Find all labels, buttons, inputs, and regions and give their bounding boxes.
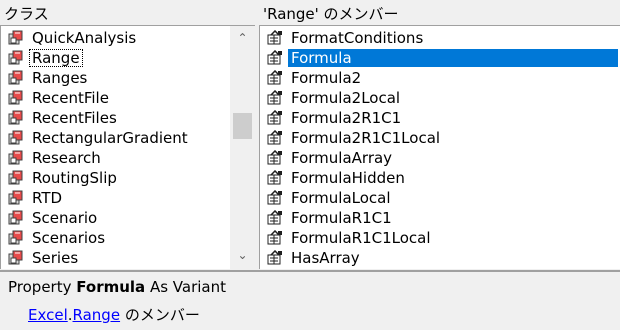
member-item-label: HasArray [291, 249, 360, 267]
property-icon [264, 188, 286, 208]
property-icon [264, 68, 286, 88]
class-item[interactable]: RoutingSlip [1, 168, 230, 188]
member-item[interactable]: Formula2Local [260, 88, 620, 108]
class-icon [5, 88, 27, 108]
member-item-label: Formula2R1C1 [291, 109, 402, 127]
property-icon [264, 208, 286, 228]
class-icon [5, 228, 27, 248]
class-item[interactable]: Range [1, 48, 230, 68]
class-item[interactable]: Series [1, 248, 230, 268]
class-item-label: RecentFile [32, 89, 109, 107]
class-item-label: Range [29, 49, 83, 67]
member-item-label: Formula2 [291, 69, 362, 87]
member-item[interactable]: Formula [260, 48, 620, 68]
member-item-label: FormulaLocal [291, 189, 391, 207]
scrollbar-thumb[interactable] [233, 113, 252, 139]
class-item-label: Ranges [32, 69, 88, 87]
property-icon [264, 228, 286, 248]
class-item-label: RTD [32, 189, 63, 207]
class-item[interactable]: RecentFiles [1, 108, 230, 128]
class-icon [5, 168, 27, 188]
class-icon [5, 48, 27, 68]
member-item-label: FormatConditions [291, 29, 424, 47]
class-icon [5, 248, 27, 268]
class-item-label: Scenarios [32, 229, 106, 247]
signature-suffix: As Variant [145, 278, 226, 296]
class-item[interactable]: Research [1, 148, 230, 168]
member-item[interactable]: FormulaLocal [260, 188, 620, 208]
property-icon [264, 28, 286, 48]
member-signature: Property Formula As Variant [8, 278, 226, 296]
library-link[interactable]: Excel [28, 306, 68, 324]
members-list-pane[interactable]: FormatConditions Formula Formula2 Formula2L… [259, 25, 620, 269]
classes-list-pane[interactable]: QuickAnalysis Range Ranges RecentFile Recent… [0, 25, 255, 269]
member-item[interactable]: Formula2 [260, 68, 620, 88]
classes-scrollbar[interactable]: ⌃ ⌄ [230, 26, 255, 269]
member-item-label: FormulaR1C1Local [291, 229, 431, 247]
member-item-label: FormulaR1C1 [291, 209, 392, 227]
member-item[interactable]: HasArray [260, 248, 620, 268]
class-item-label: QuickAnalysis [32, 29, 137, 47]
member-item-label: Formula [288, 49, 618, 67]
class-item[interactable]: Scenarios [1, 228, 230, 248]
class-item[interactable]: RecentFile [1, 88, 230, 108]
member-item-label: Formula2Local [291, 89, 401, 107]
signature-member-name: Formula [76, 278, 146, 296]
property-icon [264, 48, 286, 68]
class-icon [5, 108, 27, 128]
details-panel: Property Formula As Variant Excel.Range … [0, 270, 620, 330]
class-icon [5, 28, 27, 48]
class-link[interactable]: Range [73, 306, 121, 324]
classes-list[interactable]: QuickAnalysis Range Ranges RecentFile Recent… [1, 28, 230, 268]
chevron-up-icon[interactable]: ⌃ [230, 28, 255, 48]
class-icon [5, 148, 27, 168]
member-item-label: FormulaHidden [291, 169, 405, 187]
member-item[interactable]: FormulaR1C1Local [260, 228, 620, 248]
class-item-label: Research [32, 149, 101, 167]
class-item[interactable]: RectangularGradient [1, 128, 230, 148]
class-icon [5, 208, 27, 228]
property-icon [264, 128, 286, 148]
class-item-label: RoutingSlip [32, 169, 117, 187]
property-icon [264, 168, 286, 188]
member-item-label: Formula2R1C1Local [291, 129, 441, 147]
class-icon [5, 188, 27, 208]
class-item-label: RectangularGradient [32, 129, 188, 147]
class-icon [5, 128, 27, 148]
member-of-text: のメンバー [120, 306, 200, 324]
class-item[interactable]: RTD [1, 188, 230, 208]
member-item[interactable]: FormulaHidden [260, 168, 620, 188]
member-item-label: FormulaArray [291, 149, 393, 167]
class-item[interactable]: Ranges [1, 68, 230, 88]
class-item-label: RecentFiles [32, 109, 117, 127]
chevron-down-icon[interactable]: ⌄ [230, 245, 255, 265]
class-item[interactable]: Scenario [1, 208, 230, 228]
property-icon [264, 108, 286, 128]
members-header: 'Range' のメンバー [259, 3, 620, 25]
signature-prefix: Property [8, 278, 77, 296]
class-icon [5, 68, 27, 88]
member-item[interactable]: FormulaR1C1 [260, 208, 620, 228]
property-icon [264, 148, 286, 168]
class-item-label: Series [32, 249, 79, 267]
member-item[interactable]: FormulaArray [260, 148, 620, 168]
member-item[interactable]: FormatConditions [260, 28, 620, 48]
property-icon [264, 248, 286, 268]
property-icon [264, 88, 286, 108]
members-list[interactable]: FormatConditions Formula Formula2 Formula2L… [260, 28, 620, 268]
member-item[interactable]: Formula2R1C1 [260, 108, 620, 128]
class-item[interactable]: QuickAnalysis [1, 28, 230, 48]
member-of-line: Excel.Range のメンバー [28, 304, 200, 325]
classes-header: クラス [0, 3, 255, 25]
class-item-label: Scenario [32, 209, 98, 227]
member-item[interactable]: Formula2R1C1Local [260, 128, 620, 148]
